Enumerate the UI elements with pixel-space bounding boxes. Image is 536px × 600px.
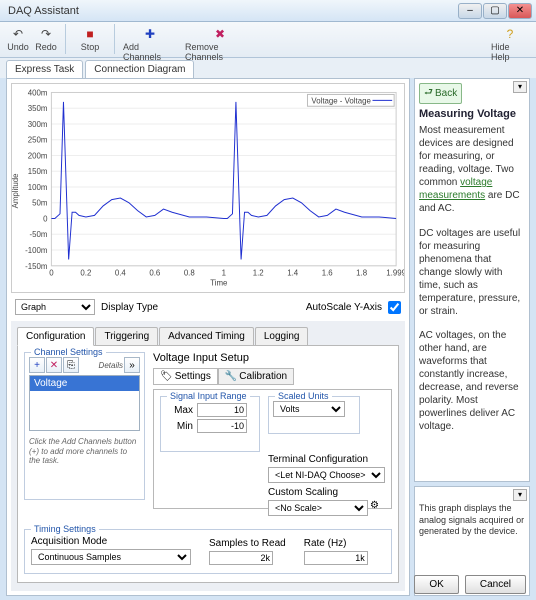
svg-text:400m: 400m <box>28 88 48 97</box>
autoscale-label: AutoScale Y-Axis <box>306 302 382 313</box>
collapse-help-button[interactable]: ▾ <box>513 81 527 93</box>
cancel-button[interactable]: Cancel <box>465 575 526 594</box>
units-select[interactable]: Volts <box>273 401 345 417</box>
help-icon: ? <box>507 27 514 41</box>
svg-text:200m: 200m <box>28 151 48 160</box>
graph-controls: Graph Display Type AutoScale Y-Axis <box>7 297 409 317</box>
graph-area: Amplitude 400m 350m 300m 250m 200m 150m 100m 50… <box>11 83 405 293</box>
svg-text:-100m: -100m <box>25 246 48 255</box>
remove-channels-button[interactable]: ✖Remove Channels <box>182 24 258 56</box>
svg-text:0: 0 <box>49 269 54 278</box>
undo-icon: ↶ <box>13 27 23 41</box>
add-channel-mini-button[interactable]: + <box>29 357 45 373</box>
tab-connection-diagram[interactable]: Connection Diagram <box>85 60 194 78</box>
display-type-label: Display Type <box>101 302 158 313</box>
tab-configuration[interactable]: Configuration <box>17 327 94 346</box>
custom-scaling-select[interactable]: <No Scale> <box>268 500 368 516</box>
svg-text:100m: 100m <box>28 183 48 192</box>
help-text: Most measurement devices are designed fo… <box>419 124 525 433</box>
svg-text:0: 0 <box>43 214 48 223</box>
stop-button[interactable]: ■Stop <box>71 24 109 56</box>
svg-text:250m: 250m <box>28 136 48 145</box>
channel-props-mini-button[interactable]: ⎘ <box>63 357 79 373</box>
svg-text:-50m: -50m <box>30 230 48 239</box>
close-button[interactable]: ✕ <box>508 3 532 19</box>
svg-text:-150m: -150m <box>25 262 48 271</box>
main-panel: Amplitude 400m 350m 300m 250m 200m 150m 100m 50… <box>6 78 410 596</box>
title-bar: DAQ Assistant – ▢ ✕ <box>0 0 536 22</box>
hide-help-button[interactable]: ?Hide Help <box>488 24 532 56</box>
svg-text:Voltage - Voltage: Voltage - Voltage <box>311 96 371 105</box>
remove-channel-mini-button[interactable]: ✕ <box>46 357 62 373</box>
svg-text:1.6: 1.6 <box>322 269 334 278</box>
window-title: DAQ Assistant <box>8 5 79 17</box>
help-back-button[interactable]: ⮐Back <box>419 83 462 104</box>
scaling-browse-button[interactable]: ⚙ <box>370 500 379 516</box>
ok-button[interactable]: OK <box>414 575 458 594</box>
terminal-config-select[interactable]: <Let NI-DAQ Choose> <box>268 467 385 483</box>
svg-text:1.2: 1.2 <box>253 269 264 278</box>
acquisition-mode-select[interactable]: Continuous Samples <box>31 549 191 565</box>
subtab-calibration[interactable]: 🔧Calibration <box>218 368 294 385</box>
add-channels-button[interactable]: ✚Add Channels <box>120 24 180 56</box>
voltage-setup-title: Voltage Input Setup <box>153 352 392 364</box>
display-type-select[interactable]: Graph <box>15 299 95 315</box>
svg-text:350m: 350m <box>28 104 48 113</box>
tab-advanced-timing[interactable]: Advanced Timing <box>159 327 254 346</box>
min-input[interactable] <box>197 419 247 433</box>
svg-text:0.4: 0.4 <box>115 269 127 278</box>
svg-text:1: 1 <box>222 269 226 278</box>
subtab-settings[interactable]: 🏷Settings <box>153 368 218 385</box>
max-input[interactable] <box>197 403 247 417</box>
svg-text:0.8: 0.8 <box>184 269 196 278</box>
context-help-text: This graph displays the analog signals a… <box>419 503 525 538</box>
channel-settings-legend: Channel Settings <box>31 347 106 357</box>
collapse-context-button[interactable]: ▾ <box>513 489 527 501</box>
tab-express-task[interactable]: Express Task <box>6 60 83 78</box>
svg-text:0.2: 0.2 <box>80 269 91 278</box>
maximize-button[interactable]: ▢ <box>483 3 507 19</box>
back-arrow-icon: ⮐ <box>424 85 433 102</box>
tab-logging[interactable]: Logging <box>255 327 309 346</box>
samples-to-read-input[interactable] <box>209 551 273 565</box>
rate-input[interactable] <box>304 551 368 565</box>
svg-text:1.8: 1.8 <box>356 269 368 278</box>
voltage-graph: Amplitude 400m 350m 300m 250m 200m 150m 100m 50… <box>12 84 404 292</box>
svg-text:Time: Time <box>210 279 228 288</box>
help-panel: ▾ ⮐Back Measuring Voltage Most measureme… <box>414 78 530 482</box>
help-title: Measuring Voltage <box>419 108 525 120</box>
stop-icon: ■ <box>86 27 93 41</box>
redo-icon: ↷ <box>41 27 51 41</box>
svg-text:300m: 300m <box>28 120 48 129</box>
minimize-button[interactable]: – <box>458 3 482 19</box>
main-tab-row: Express Task Connection Diagram <box>0 58 536 78</box>
undo-button[interactable]: ↶Undo <box>4 24 32 56</box>
toolbar: ↶Undo ↷Redo ■Stop ✚Add Channels ✖Remove … <box>0 22 536 58</box>
channel-item-voltage[interactable]: Voltage <box>30 376 139 391</box>
svg-text:Amplitude: Amplitude <box>12 173 20 209</box>
channel-list[interactable]: Voltage <box>29 375 140 431</box>
redo-button[interactable]: ↷Redo <box>32 24 60 56</box>
svg-text:1.999: 1.999 <box>386 269 404 278</box>
plus-icon: ✚ <box>145 27 155 41</box>
x-icon: ✖ <box>215 27 225 41</box>
svg-text:1.4: 1.4 <box>287 269 299 278</box>
details-toggle-button[interactable]: » <box>124 357 140 373</box>
tab-triggering[interactable]: Triggering <box>95 327 158 346</box>
svg-text:0.6: 0.6 <box>149 269 161 278</box>
wrench-icon: 🔧 <box>225 371 237 382</box>
add-channels-hint: Click the Add Channels button (+) to add… <box>29 437 140 466</box>
autoscale-checkbox[interactable] <box>388 301 401 314</box>
config-tabs: Configuration Triggering Advanced Timing… <box>17 327 399 346</box>
settings-icon: 🏷 <box>160 371 173 382</box>
svg-text:150m: 150m <box>28 167 48 176</box>
svg-text:50m: 50m <box>32 199 48 208</box>
